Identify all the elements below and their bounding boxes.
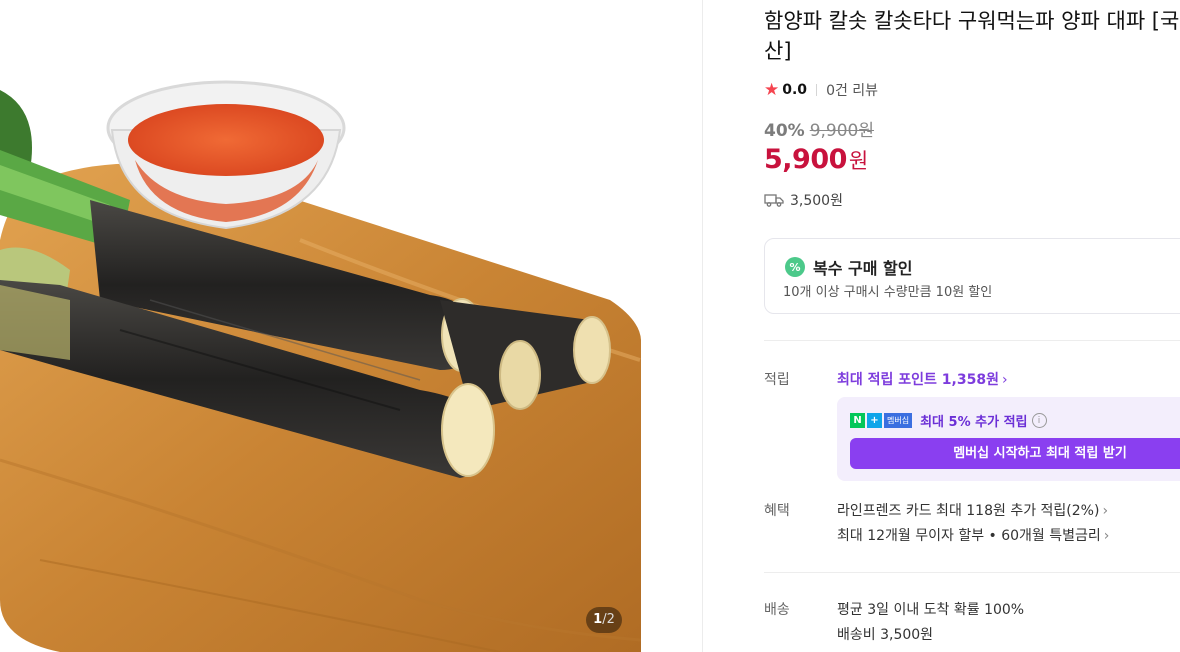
shipping-fee: 3,500원 (790, 193, 843, 209)
truck-icon (764, 194, 784, 207)
sale-price-row: 5,900원 (764, 144, 868, 175)
max-point-value: 1,358원 (941, 372, 999, 388)
max-point-text: 최대 적립 포인트 (837, 372, 937, 388)
membership-line: N + 멤버십 최대 5% 추가 적립 i (850, 411, 1047, 430)
bulk-discount-description: 10개 이상 구매시 수량만큼 10원 할인 (783, 285, 993, 300)
star-icon: ★ (764, 80, 780, 100)
review-count-link[interactable]: 0건 리뷰 (826, 80, 878, 100)
points-label: 적립 (764, 372, 790, 388)
bulk-discount-title-row: % 복수 구매 할인 (785, 255, 912, 279)
delivery-arrival-rate: 평균 3일 이내 도착 확률 100% (837, 602, 1025, 618)
membership-badge: 멤버십 (884, 413, 913, 428)
panel-divider (702, 0, 703, 652)
price-unit: 원 (848, 149, 869, 173)
section-divider (764, 572, 1180, 573)
sale-price: 5,900 (764, 144, 847, 175)
product-title: 함양파 칼솟 칼솟타다 구워먹는파 양파 대파 [국내산] (764, 9, 1180, 63)
section-divider (764, 340, 1180, 341)
rating-row[interactable]: ★ 0.0 0건 리뷰 (764, 80, 878, 100)
card-benefit-text: 라인프렌즈 카드 최대 118원 추가 적립(2%) (837, 503, 1100, 519)
bulk-discount-title: 복수 구매 할인 (813, 259, 913, 278)
product-image-gallery[interactable]: 1/2 (0, 0, 641, 652)
rating-score: 0.0 (782, 82, 808, 98)
benefits-label: 혜택 (764, 503, 790, 519)
discount-row: 40% 9,900원 (764, 116, 874, 141)
info-icon[interactable]: i (1031, 413, 1047, 428)
membership-start-button[interactable]: 멤버십 시작하고 최대 적립 받기 (850, 438, 1180, 469)
original-price: 9,900원 (809, 121, 875, 141)
shipping-fee-row: 3,500원 (764, 190, 843, 210)
chevron-right-icon: › (1001, 372, 1008, 388)
product-photo (0, 80, 641, 652)
total-pages: /2 (602, 612, 615, 627)
discount-percent: 40% (764, 121, 805, 141)
percent-badge-icon: % (785, 257, 805, 277)
membership-extra-point: 최대 5% 추가 적립 (920, 415, 1028, 430)
max-point-link[interactable]: 최대 적립 포인트 1,358원 › (837, 369, 1008, 389)
membership-box: N + 멤버십 최대 5% 추가 적립 i 멤버십 시작하고 최대 적립 받기 (837, 397, 1180, 481)
delivery-fee-text: 배송비 3,500원 (837, 627, 934, 643)
chevron-right-icon: › (1103, 528, 1110, 544)
image-page-indicator: 1/2 (586, 607, 622, 633)
installment-benefit-text: 최대 12개월 무이자 할부 • 60개월 특별금리 (837, 528, 1101, 544)
current-page: 1 (593, 612, 603, 627)
naver-n-icon: N (850, 413, 865, 428)
delivery-label: 배송 (764, 602, 790, 618)
chevron-right-icon: › (1102, 503, 1109, 519)
plus-icon: + (867, 413, 882, 428)
naver-plus-membership-logo: N + 멤버십 (850, 413, 913, 428)
installment-benefit-link[interactable]: 최대 12개월 무이자 할부 • 60개월 특별금리 › (837, 525, 1109, 545)
bulk-discount-box: % 복수 구매 할인 10개 이상 구매시 수량만큼 10원 할인 (764, 238, 1180, 314)
card-benefit-link[interactable]: 라인프렌즈 카드 최대 118원 추가 적립(2%) › (837, 500, 1108, 520)
rating-divider (816, 84, 818, 96)
product-info-panel: 함양파 칼솟 칼솟타다 구워먹는파 양파 대파 [국내산] ★ 0.0 0건 리… (764, 0, 1180, 652)
